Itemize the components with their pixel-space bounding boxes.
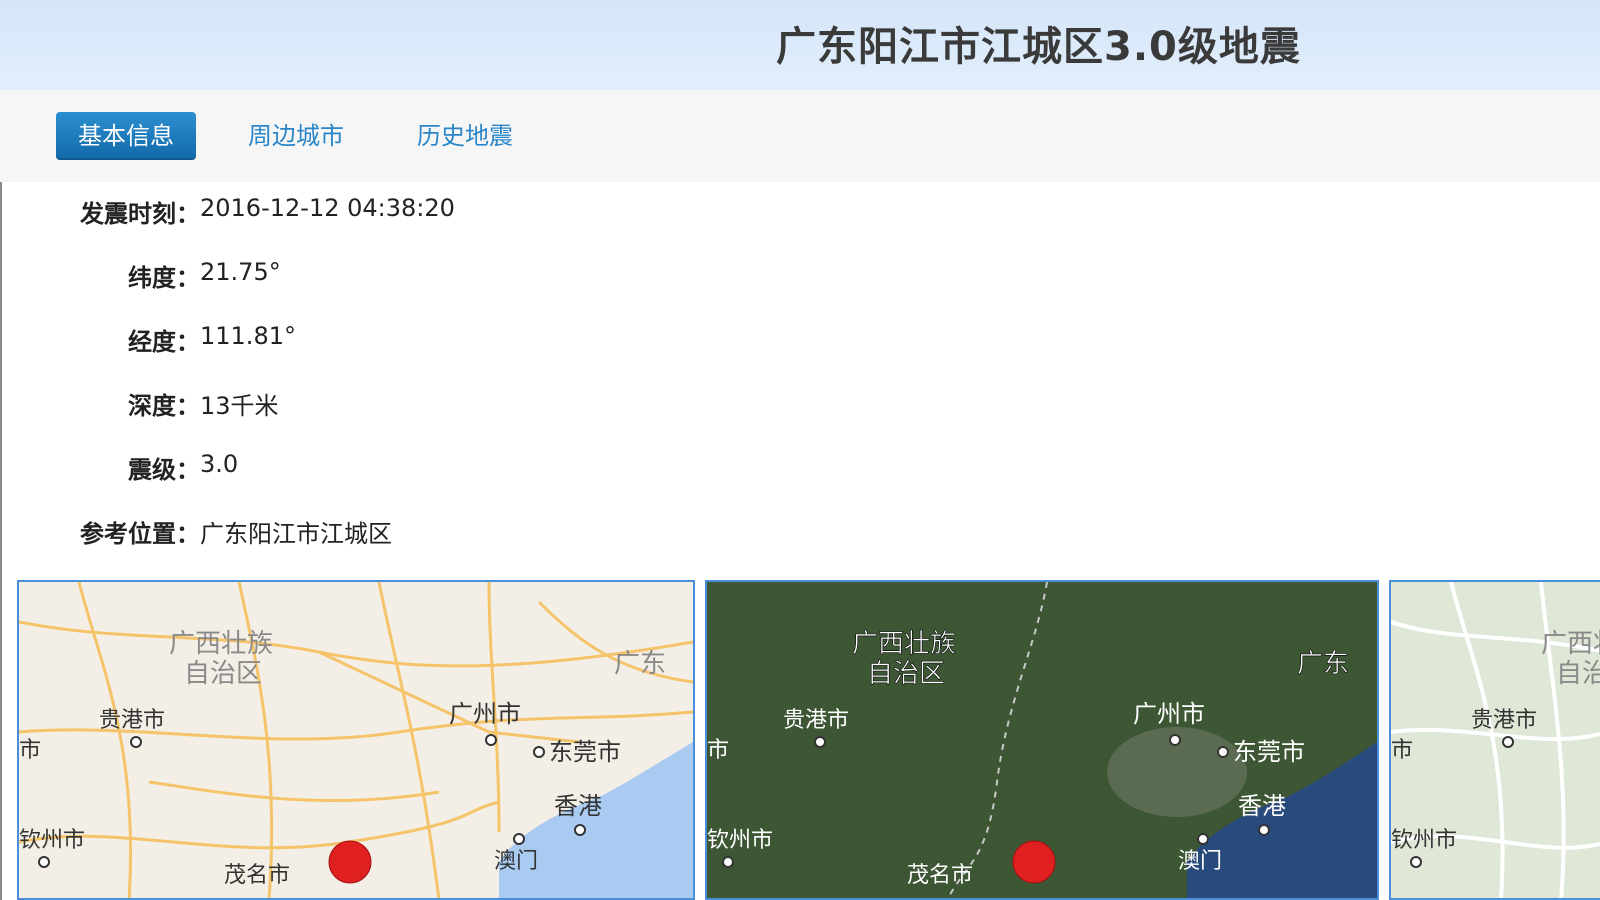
map-label-guangxi-1: 广西壮族 (169, 629, 273, 659)
map-label-dongguan: 东莞市 (549, 738, 621, 766)
map-marker-qinzhou (38, 856, 50, 868)
map-marker-guangzhou (485, 734, 497, 746)
map-marker-qinzhou (722, 856, 734, 868)
info-row-time: 发震时刻： 2016-12-12 04:38:20 (0, 194, 700, 234)
info-row-longitude: 经度： 111.81° (0, 322, 700, 362)
map-label-hongkong: 香港 (1238, 792, 1286, 820)
info-row-latitude: 纬度： 21.75° (0, 258, 700, 298)
latitude-value: 21.75° (200, 258, 281, 286)
map-label-guangxi-2: 自治区 (1556, 659, 1600, 689)
map-marker-guigang (814, 736, 826, 748)
map-terrain[interactable]: 广西壮族 自治区 贵港市 市 钦州市 (1389, 580, 1600, 900)
tab-nearby-cities[interactable]: 周边城市 (226, 112, 366, 160)
map-marker-guangzhou (1169, 734, 1181, 746)
epicenter-marker (328, 840, 372, 884)
map-marker-dongguan (1217, 746, 1229, 758)
page-header: 广东阳江市江城区3.0级地震 (0, 0, 1600, 90)
map-label-qinzhou: 钦州市 (1391, 828, 1457, 853)
map-label-left-city: 市 (707, 738, 729, 763)
longitude-label: 经度： (128, 328, 200, 356)
location-label: 参考位置： (80, 520, 200, 548)
map-label-hongkong: 香港 (554, 792, 602, 820)
map-label-guangzhou: 广州市 (449, 700, 521, 728)
map-label-dongguan: 东莞市 (1233, 738, 1305, 766)
map-label-guigang: 贵港市 (99, 708, 165, 733)
map-label-qinzhou: 钦州市 (19, 828, 85, 853)
map-marker-hongkong (574, 824, 586, 836)
time-label: 发震时刻： (80, 200, 200, 228)
map-label-guangzhou: 广州市 (1133, 700, 1205, 728)
depth-label: 深度： (128, 392, 200, 420)
map-label-maoming: 茂名市 (224, 863, 290, 888)
magnitude-label: 震级： (128, 456, 200, 484)
info-row-magnitude: 震级： 3.0 (0, 450, 700, 490)
map-label-guangxi-1: 广西壮族 (852, 629, 956, 659)
map-label-left-city: 市 (1391, 738, 1413, 763)
map-label-guangxi-1: 广西壮族 (1541, 629, 1600, 659)
map-label-left-city: 市 (19, 738, 41, 763)
map-roadmap[interactable]: 广西壮族 自治区 广东 贵港市 市 广州市 东莞市 香港 澳门 钦州市 茂名市 (17, 580, 695, 900)
map-label-macau: 澳门 (1178, 849, 1222, 874)
tab-historical-earthquakes[interactable]: 历史地震 (395, 112, 535, 160)
map-label-guangdong: 广东 (1297, 649, 1349, 679)
map-marker-hongkong (1258, 824, 1270, 836)
magnitude-value: 3.0 (200, 450, 239, 478)
map-label-maoming: 茂名市 (907, 863, 973, 888)
map-label-guangxi-2: 自治区 (184, 659, 262, 689)
page-title: 广东阳江市江城区3.0级地震 (776, 24, 1301, 70)
map-marker-guigang (130, 736, 142, 748)
tab-basic-info[interactable]: 基本信息 (56, 112, 196, 160)
epicenter-marker (1012, 840, 1056, 884)
map-marker-macau (1197, 833, 1209, 845)
map-label-macau: 澳门 (494, 849, 538, 874)
latitude-label: 纬度： (128, 264, 200, 292)
info-row-depth: 深度： 13千米 (0, 386, 700, 426)
tab-bar: 基本信息 周边城市 历史地震 (0, 90, 1600, 182)
map-label-guangxi-2: 自治区 (867, 659, 945, 689)
map-label-guigang: 贵港市 (1471, 708, 1537, 733)
map-marker-qinzhou (1410, 856, 1422, 868)
location-value: 广东阳江市江城区 (200, 520, 392, 548)
time-value: 2016-12-12 04:38:20 (200, 194, 455, 222)
map-marker-dongguan (533, 746, 545, 758)
longitude-value: 111.81° (200, 322, 296, 350)
map-label-guangdong: 广东 (614, 649, 666, 679)
depth-value: 13千米 (200, 392, 279, 420)
map-marker-macau (513, 833, 525, 845)
map-label-qinzhou: 钦州市 (707, 828, 773, 853)
info-row-location: 参考位置： 广东阳江市江城区 (0, 514, 700, 554)
map-label-guigang: 贵港市 (783, 708, 849, 733)
map-marker-guigang (1502, 736, 1514, 748)
map-satellite[interactable]: 广西壮族 自治区 广东 贵港市 市 广州市 东莞市 香港 澳门 钦州市 茂名市 (705, 580, 1379, 900)
